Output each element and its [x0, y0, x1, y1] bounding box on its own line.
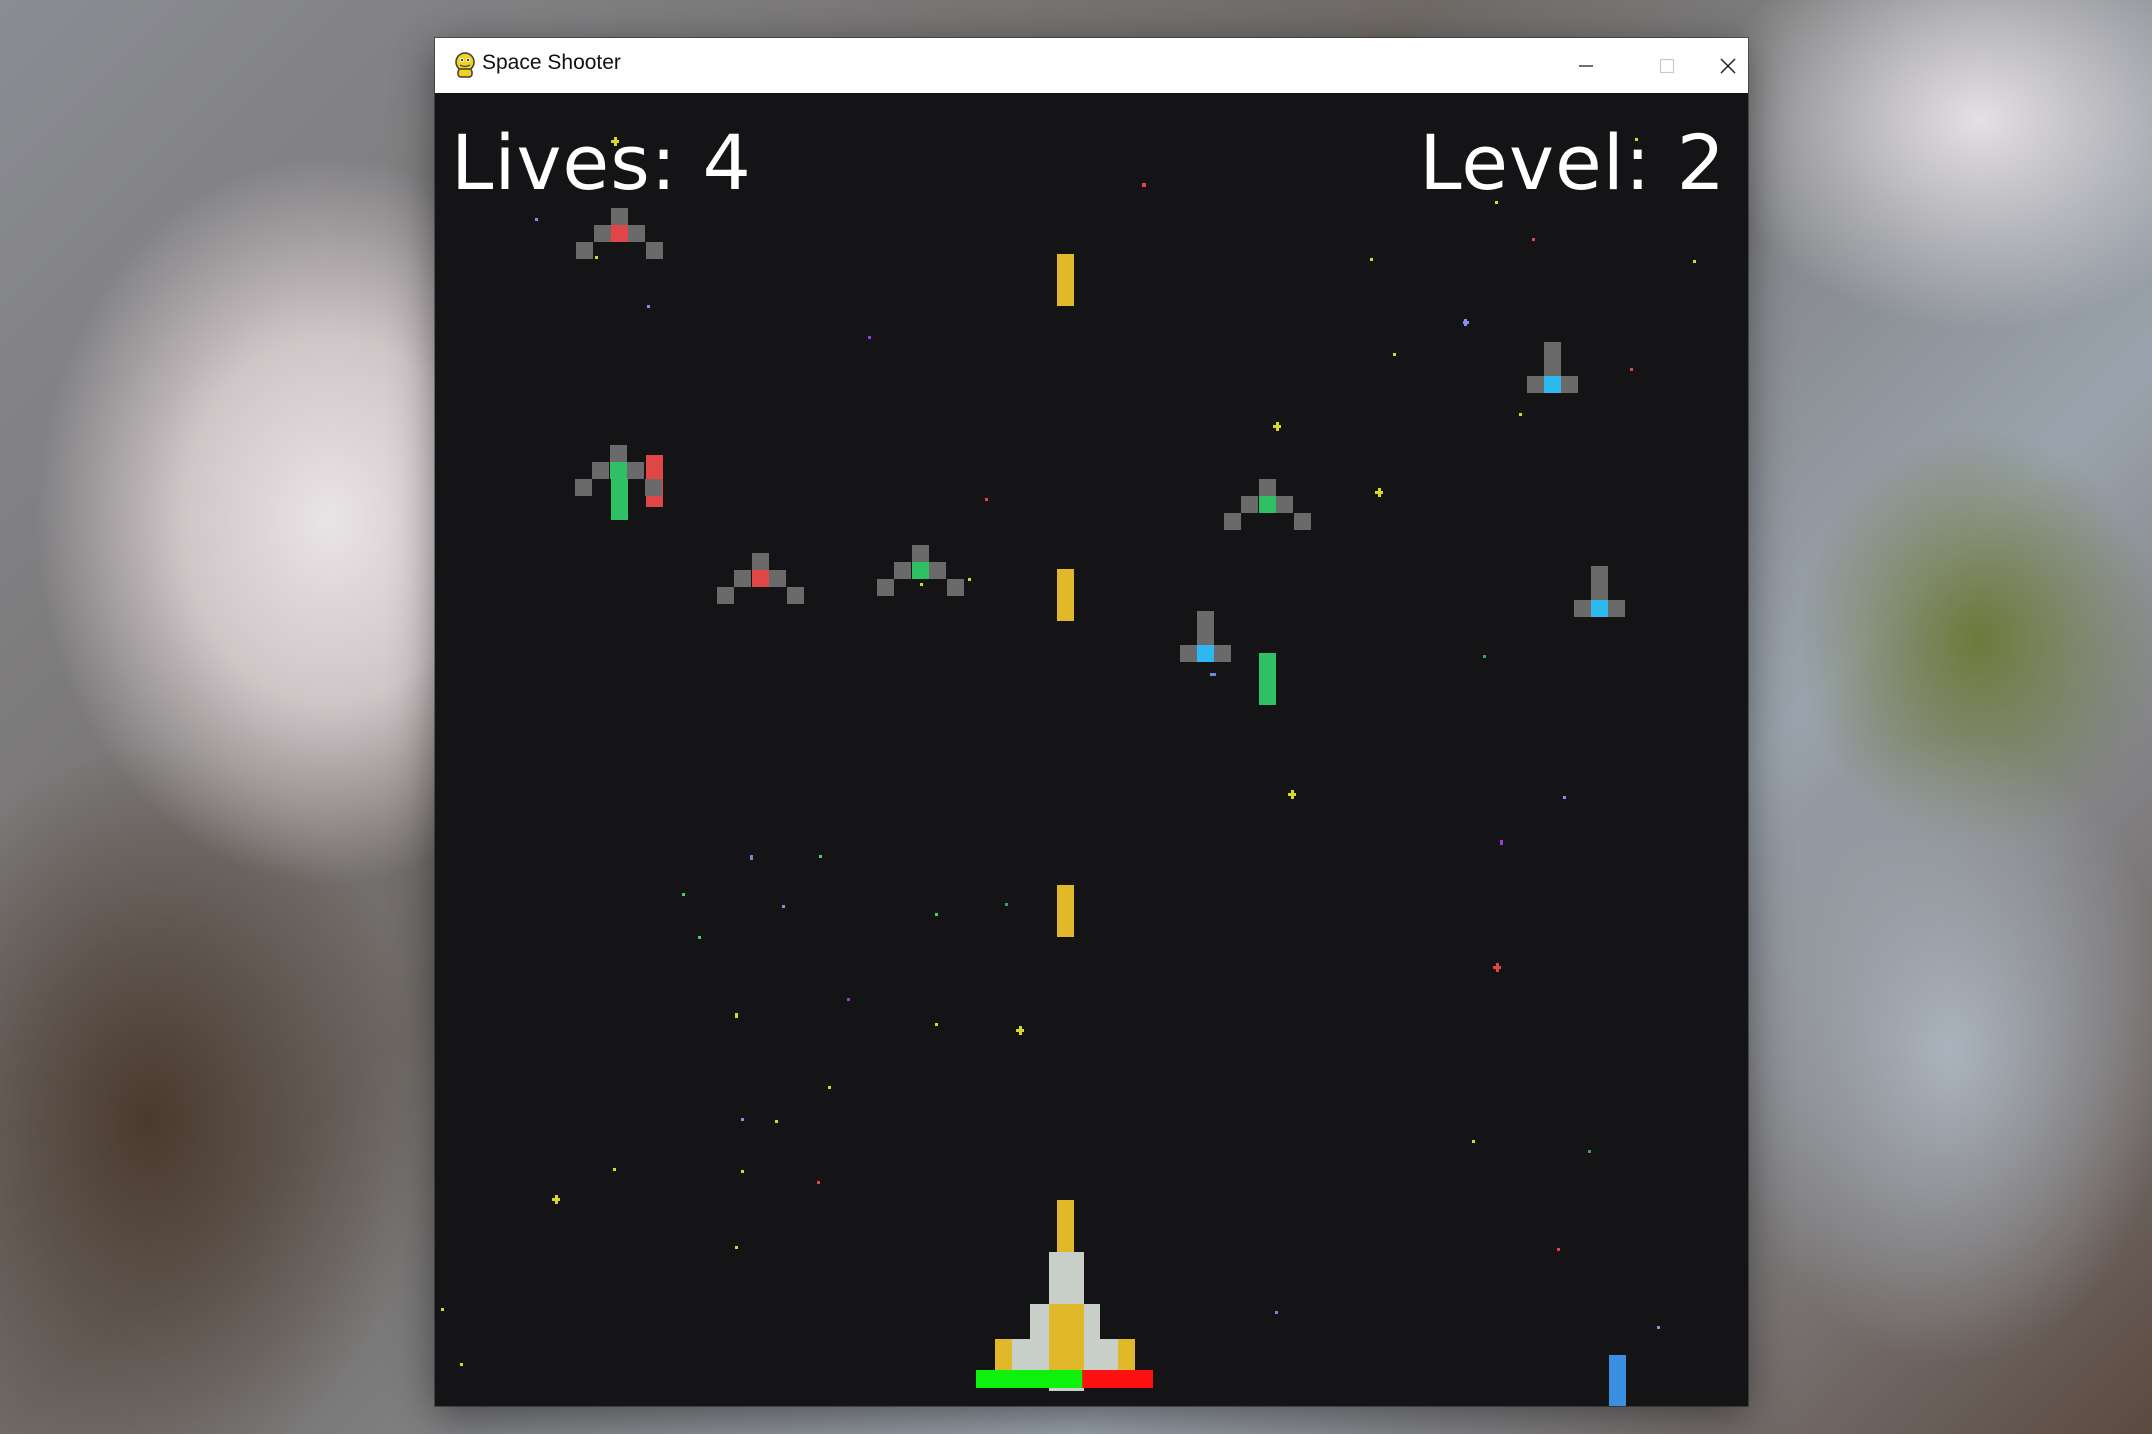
star: [698, 936, 701, 939]
star: [868, 336, 871, 339]
level-counter: Level: 2: [1419, 118, 1726, 207]
starfield: [441, 137, 1696, 1366]
star: [1657, 1326, 1660, 1329]
star: [847, 998, 850, 1001]
star: [682, 893, 685, 896]
enemy-red: [717, 553, 804, 604]
minimize-button[interactable]: [1546, 38, 1626, 93]
game-window: Space Shooter Lives: 4 Level: 2: [435, 38, 1748, 1406]
player-laser: [1057, 1200, 1074, 1252]
enemy-laser-blue: [1609, 1355, 1626, 1406]
star: [985, 498, 988, 501]
lives-counter: Lives: 4: [451, 118, 752, 207]
enemy-blue: [1180, 611, 1231, 662]
pygame-snake-icon: [452, 51, 478, 79]
enemy-green: [1224, 479, 1311, 530]
star: [935, 913, 938, 916]
star: [613, 1168, 616, 1171]
window-title: Space Shooter: [482, 51, 621, 74]
star: [735, 1246, 738, 1249]
star: [1588, 1150, 1591, 1153]
star: [1483, 655, 1486, 658]
star: [1464, 319, 1467, 326]
star: [1291, 790, 1294, 799]
player-laser: [1057, 254, 1074, 306]
game-scene: [441, 137, 1696, 1406]
star: [1275, 1311, 1278, 1314]
minimize-icon: [1579, 64, 1593, 67]
star: [741, 1170, 744, 1173]
star: [1378, 488, 1381, 497]
star: [1630, 368, 1633, 371]
maximize-button[interactable]: [1627, 38, 1707, 93]
player-laser: [1057, 885, 1074, 937]
close-icon: [1719, 57, 1736, 74]
star: [1393, 353, 1396, 356]
star: [741, 1118, 744, 1121]
star: [782, 905, 785, 908]
star: [535, 218, 538, 221]
star: [775, 1120, 778, 1123]
maximize-icon: [1659, 58, 1675, 73]
enemy-blue: [1574, 566, 1625, 617]
star: [460, 1363, 463, 1366]
star: [1500, 840, 1503, 845]
star: [555, 1195, 558, 1204]
star: [1019, 1026, 1022, 1035]
enemy-blue: [1527, 342, 1578, 393]
star: [1693, 260, 1696, 263]
title-bar[interactable]: Space Shooter: [435, 38, 1748, 93]
star: [1519, 413, 1522, 416]
star: [968, 578, 971, 581]
star: [935, 1023, 938, 1026]
game-canvas[interactable]: Lives: 4 Level: 2: [435, 93, 1748, 1406]
enemy-green: [877, 545, 964, 596]
star: [1276, 422, 1279, 431]
star: [595, 256, 598, 259]
star: [817, 1181, 820, 1184]
star: [441, 1308, 444, 1311]
player-ship: [995, 1200, 1135, 1391]
star: [1563, 796, 1566, 799]
player-health-bar: [976, 1370, 1153, 1388]
star: [750, 855, 753, 860]
player-laser: [1057, 569, 1074, 621]
star: [1472, 1140, 1475, 1143]
health-bar-remaining: [976, 1370, 1083, 1388]
star: [920, 583, 923, 586]
star: [1532, 238, 1535, 241]
star: [1005, 903, 1008, 906]
star: [819, 855, 822, 858]
star: [1370, 258, 1373, 261]
star: [1210, 673, 1216, 676]
star: [1142, 183, 1146, 187]
enemy-red: [576, 208, 663, 259]
star: [1496, 963, 1499, 972]
player-lasers: [1057, 254, 1074, 937]
star: [1557, 1248, 1560, 1251]
star: [828, 1086, 831, 1089]
star: [735, 1013, 738, 1018]
enemy-laser-green: [1259, 653, 1276, 705]
star: [647, 305, 650, 308]
close-button[interactable]: [1707, 38, 1748, 93]
enemy-lasers: [611, 455, 1626, 1406]
